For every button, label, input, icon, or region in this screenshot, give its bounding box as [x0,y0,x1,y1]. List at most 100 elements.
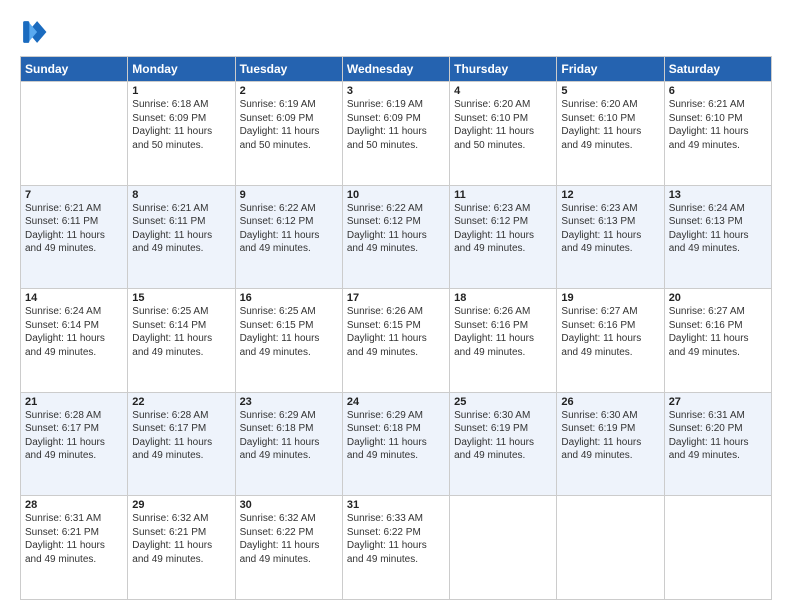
sunset-text: Sunset: 6:17 PM [132,423,206,434]
sunrise-text: Sunrise: 6:29 AM [347,410,423,421]
day-info: Sunrise: 6:25 AMSunset: 6:15 PMDaylight:… [240,305,338,359]
daylight-text: and 49 minutes. [347,243,418,254]
calendar-day-header: Thursday [450,57,557,82]
calendar-week-row: 1Sunrise: 6:18 AMSunset: 6:09 PMDaylight… [21,82,772,186]
calendar-cell: 23Sunrise: 6:29 AMSunset: 6:18 PMDayligh… [235,392,342,496]
day-number: 19 [561,292,659,304]
sunrise-text: Sunrise: 6:21 AM [669,99,745,110]
day-info: Sunrise: 6:32 AMSunset: 6:22 PMDaylight:… [240,512,338,566]
day-number: 31 [347,499,445,511]
sunset-text: Sunset: 6:22 PM [347,527,421,538]
sunset-text: Sunset: 6:11 PM [25,216,98,227]
sunrise-text: Sunrise: 6:31 AM [25,513,101,524]
day-info: Sunrise: 6:18 AMSunset: 6:09 PMDaylight:… [132,98,230,152]
daylight-text: Daylight: 11 hours [561,230,641,241]
daylight-text: Daylight: 11 hours [454,230,534,241]
sunrise-text: Sunrise: 6:20 AM [454,99,530,110]
sunset-text: Sunset: 6:13 PM [669,216,743,227]
daylight-text: Daylight: 11 hours [132,126,212,137]
calendar-week-row: 14Sunrise: 6:24 AMSunset: 6:14 PMDayligh… [21,289,772,393]
day-info: Sunrise: 6:29 AMSunset: 6:18 PMDaylight:… [347,409,445,463]
day-info: Sunrise: 6:22 AMSunset: 6:12 PMDaylight:… [347,202,445,256]
day-number: 25 [454,396,552,408]
daylight-text: and 49 minutes. [669,347,740,358]
sunset-text: Sunset: 6:12 PM [454,216,528,227]
daylight-text: Daylight: 11 hours [347,230,427,241]
day-number: 1 [132,85,230,97]
sunset-text: Sunset: 6:22 PM [240,527,314,538]
sunrise-text: Sunrise: 6:26 AM [454,306,530,317]
logo-icon [20,18,48,46]
daylight-text: Daylight: 11 hours [132,333,212,344]
day-number: 3 [347,85,445,97]
sunset-text: Sunset: 6:10 PM [561,113,635,124]
day-number: 20 [669,292,767,304]
daylight-text: and 49 minutes. [561,347,632,358]
logo [20,18,52,46]
daylight-text: Daylight: 11 hours [454,437,534,448]
calendar-week-row: 21Sunrise: 6:28 AMSunset: 6:17 PMDayligh… [21,392,772,496]
calendar-cell: 20Sunrise: 6:27 AMSunset: 6:16 PMDayligh… [664,289,771,393]
day-info: Sunrise: 6:22 AMSunset: 6:12 PMDaylight:… [240,202,338,256]
sunset-text: Sunset: 6:16 PM [454,320,528,331]
daylight-text: and 49 minutes. [454,450,525,461]
sunrise-text: Sunrise: 6:24 AM [25,306,101,317]
daylight-text: Daylight: 11 hours [132,437,212,448]
daylight-text: Daylight: 11 hours [240,540,320,551]
sunrise-text: Sunrise: 6:24 AM [669,203,745,214]
daylight-text: and 49 minutes. [454,347,525,358]
daylight-text: and 49 minutes. [669,243,740,254]
day-number: 27 [669,396,767,408]
sunset-text: Sunset: 6:21 PM [25,527,99,538]
daylight-text: and 50 minutes. [347,140,418,151]
calendar-table: SundayMondayTuesdayWednesdayThursdayFrid… [20,56,772,600]
sunrise-text: Sunrise: 6:27 AM [561,306,637,317]
day-info: Sunrise: 6:24 AMSunset: 6:14 PMDaylight:… [25,305,123,359]
daylight-text: Daylight: 11 hours [454,126,534,137]
daylight-text: Daylight: 11 hours [25,540,105,551]
day-info: Sunrise: 6:31 AM Sunset: 6:21 PM Daylight:… [25,512,123,566]
sunset-text: Sunset: 6:12 PM [240,216,314,227]
calendar-cell: 4Sunrise: 6:20 AMSunset: 6:10 PMDaylight… [450,82,557,186]
calendar-week-row: 7Sunrise: 6:21 AMSunset: 6:11 PMDaylight… [21,185,772,289]
daylight-text: Daylight: 11 hours [25,437,105,448]
calendar-cell: 21Sunrise: 6:28 AMSunset: 6:17 PMDayligh… [21,392,128,496]
calendar-header-row: SundayMondayTuesdayWednesdayThursdayFrid… [21,57,772,82]
daylight-text: and 49 minutes. [561,450,632,461]
daylight-text: Daylight: 11 hours [347,540,427,551]
daylight-text: and 49 minutes. [25,243,96,254]
calendar-cell: 5Sunrise: 6:20 AMSunset: 6:10 PMDaylight… [557,82,664,186]
sunrise-text: Sunrise: 6:23 AM [454,203,530,214]
daylight-text: and 49 minutes. [132,450,203,461]
daylight-text: and 49 minutes. [454,243,525,254]
calendar-day-header: Friday [557,57,664,82]
calendar-cell: 8Sunrise: 6:21 AMSunset: 6:11 PMDaylight… [128,185,235,289]
sunset-text: Sunset: 6:16 PM [561,320,635,331]
sunrise-text: Sunrise: 6:19 AM [347,99,423,110]
sunrise-text: Sunrise: 6:25 AM [132,306,208,317]
sunset-text: Sunset: 6:12 PM [347,216,421,227]
calendar-cell: 16Sunrise: 6:25 AMSunset: 6:15 PMDayligh… [235,289,342,393]
calendar-cell: 7Sunrise: 6:21 AMSunset: 6:11 PMDaylight… [21,185,128,289]
day-info: Sunrise: 6:31 AMSunset: 6:20 PMDaylight:… [669,409,767,463]
day-number: 13 [669,189,767,201]
sunrise-text: Sunrise: 6:30 AM [561,410,637,421]
sunset-text: Sunset: 6:19 PM [454,423,528,434]
day-info: Sunrise: 6:24 AM Sunset: 6:13 PM Daylight:… [669,202,767,256]
sunset-text: Sunset: 6:13 PM [561,216,635,227]
daylight-text: Daylight: 11 hours [132,540,212,551]
sunset-text: Sunset: 6:11 PM [132,216,205,227]
sunset-text: Sunset: 6:15 PM [240,320,314,331]
day-number: 7 [25,189,123,201]
day-number: 15 [132,292,230,304]
daylight-text: and 49 minutes. [347,347,418,358]
daylight-text: Daylight: 11 hours [240,230,320,241]
day-number: 6 [669,85,767,97]
sunrise-text: Sunrise: 6:29 AM [240,410,316,421]
day-number: 17 [347,292,445,304]
sunset-text: Sunset: 6:09 PM [132,113,206,124]
daylight-text: Daylight: 11 hours [669,230,749,241]
day-number: 24 [347,396,445,408]
calendar-day-header: Wednesday [342,57,449,82]
day-number: 14 [25,292,123,304]
